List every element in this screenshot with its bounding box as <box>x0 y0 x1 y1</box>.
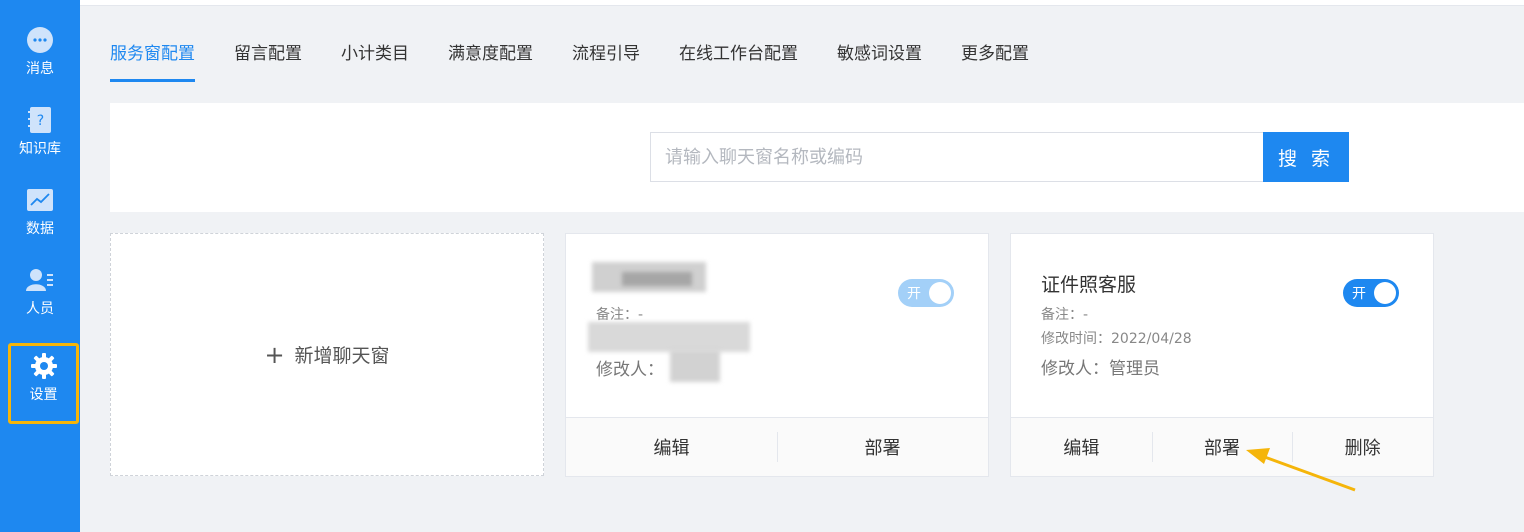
tab-sensitive-words[interactable]: 敏感词设置 <box>837 40 922 84</box>
plus-icon: + <box>264 340 285 369</box>
tab-subtotal-category[interactable]: 小计类目 <box>341 40 409 84</box>
chat-bubble-icon <box>26 26 54 54</box>
redacted-modifier <box>670 350 720 382</box>
card-actions: 编辑 部署 <box>566 417 988 476</box>
tab-service-window[interactable]: 服务窗配置 <box>110 40 195 84</box>
remark-text: 备注：- <box>596 307 644 323</box>
sidebar-item-label: 设置 <box>29 387 58 403</box>
sidebar-item-label: 数据 <box>26 221 54 237</box>
tab-satisfaction[interactable]: 满意度配置 <box>448 40 533 84</box>
deploy-button[interactable]: 部署 <box>777 418 988 476</box>
tab-more[interactable]: 更多配置 <box>961 40 1029 84</box>
svg-text:?: ? <box>37 113 44 129</box>
sidebar-item-staff[interactable]: 人员 <box>0 240 80 318</box>
sidebar: 消息 ? 知识库 数据 人员 设置 <box>0 0 80 532</box>
sidebar-item-label: 人员 <box>26 301 54 317</box>
tab-flow-guide[interactable]: 流程引导 <box>572 40 640 84</box>
edit-button[interactable]: 编辑 <box>1011 418 1152 476</box>
redacted-modified-time <box>588 322 750 352</box>
sidebar-item-label: 知识库 <box>19 141 61 157</box>
remark-text: 备注：- <box>1041 307 1089 323</box>
search-button[interactable]: 搜 索 <box>1263 132 1349 182</box>
top-strip <box>80 0 1524 6</box>
card-actions: 编辑 部署 删除 <box>1011 417 1433 476</box>
enable-toggle[interactable]: 开 <box>1343 279 1399 307</box>
chat-window-card: 备注：- 修改人： 开 编辑 部署 <box>565 233 989 477</box>
gear-icon <box>30 352 58 380</box>
knowledge-book-icon: ? <box>26 106 54 134</box>
card-title: 证件照客服 <box>1041 274 1137 296</box>
sidebar-item-settings[interactable]: 设置 <box>8 343 79 424</box>
enable-toggle[interactable]: 开 <box>898 279 954 307</box>
modified-time-text: 修改时间：2022/04/28 <box>1041 331 1192 347</box>
toggle-knob <box>929 282 951 304</box>
edit-button[interactable]: 编辑 <box>566 418 777 476</box>
chart-icon <box>26 186 54 214</box>
tab-message[interactable]: 留言配置 <box>234 40 302 84</box>
config-tabs: 服务窗配置 留言配置 小计类目 满意度配置 流程引导 在线工作台配置 敏感词设置… <box>110 40 1068 84</box>
add-chat-window-label: 新增聊天窗 <box>294 345 390 367</box>
modifier-text: 修改人： <box>596 360 664 380</box>
sidebar-item-label: 消息 <box>26 61 54 77</box>
sidebar-item-messages[interactable]: 消息 <box>0 0 80 78</box>
sidebar-item-knowledge[interactable]: ? 知识库 <box>0 80 80 158</box>
add-chat-window-card[interactable]: + 新增聊天窗 <box>110 233 544 476</box>
tab-online-workbench[interactable]: 在线工作台配置 <box>679 40 798 84</box>
annotation-arrow-icon <box>1246 448 1356 492</box>
person-list-icon <box>26 266 54 294</box>
sidebar-item-data[interactable]: 数据 <box>0 160 80 238</box>
search-input[interactable] <box>650 132 1264 182</box>
modifier-text: 修改人：管理员 <box>1041 359 1160 379</box>
search-panel: 搜 索 <box>110 103 1524 212</box>
toggle-knob <box>1374 282 1396 304</box>
chat-window-card: 证件照客服 备注：- 修改时间：2022/04/28 修改人：管理员 开 编辑 … <box>1010 233 1434 477</box>
redacted-title-detail <box>622 272 692 286</box>
